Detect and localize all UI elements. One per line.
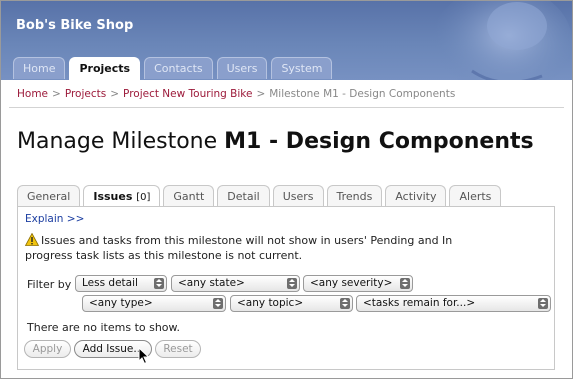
detail-select[interactable]: Less detail — [75, 275, 167, 292]
tasks-select-value: <tasks remain for...> — [363, 297, 476, 309]
apply-button[interactable]: Apply — [24, 340, 71, 358]
nav-tab-projects[interactable]: Projects — [69, 57, 141, 80]
tab-detail[interactable]: Detail — [217, 185, 270, 206]
breadcrumb-current: Milestone M1 - Design Components — [269, 88, 456, 100]
breadcrumb-separator: > — [256, 88, 266, 100]
select-arrows-icon — [400, 278, 410, 289]
warning-icon — [25, 233, 39, 246]
page-title: Manage Milestone M1 - Design Components — [17, 129, 534, 154]
severity-select[interactable]: <any severity> — [303, 275, 413, 292]
tasks-select[interactable]: <tasks remain for...> — [356, 295, 551, 312]
breadcrumb-projects[interactable]: Projects — [65, 88, 106, 100]
breadcrumb-separator: > — [110, 88, 120, 100]
tab-gantt[interactable]: Gantt — [163, 185, 215, 206]
tab-activity[interactable]: Activity — [385, 185, 447, 206]
brand-title[interactable]: Bob's Bike Shop — [16, 18, 133, 33]
site-header: Bob's Bike Shop Home Projects Contacts U… — [1, 1, 572, 80]
breadcrumb: Home > Projects > Project New Touring Bike > M… — [17, 88, 455, 100]
warning-line-2: progress task lists as this milestone is… — [25, 249, 303, 262]
tab-issues[interactable]: Issues [0] — [83, 185, 161, 207]
topic-select[interactable]: <any topic> — [230, 295, 353, 312]
header-photo — [432, 1, 572, 80]
filter-label: Filter by — [27, 278, 72, 291]
mouse-cursor-icon — [138, 347, 150, 365]
divider — [9, 107, 564, 108]
type-select-value: <any type> — [89, 297, 153, 309]
topic-select-value: <any topic> — [237, 297, 304, 309]
select-arrows-icon — [340, 298, 350, 309]
tab-issues-count: [0] — [136, 192, 151, 203]
select-arrows-icon — [154, 278, 164, 289]
type-select[interactable]: <any type> — [82, 295, 226, 312]
page-title-milestone: M1 - Design Components — [224, 129, 534, 154]
breadcrumb-home[interactable]: Home — [17, 88, 48, 100]
select-arrows-icon — [287, 278, 297, 289]
breadcrumb-separator: > — [52, 88, 61, 100]
select-arrows-icon — [538, 298, 548, 309]
tab-general[interactable]: General — [17, 185, 81, 206]
section-tabs: General Issues [0] Gantt Detail Users Tr… — [17, 185, 502, 207]
warning-line-1: Issues and tasks from this milestone wil… — [41, 234, 453, 247]
nav-tab-users[interactable]: Users — [216, 57, 268, 79]
severity-select-value: <any severity> — [310, 277, 393, 289]
issues-panel: Explain >> Issues and tasks from this mi… — [17, 206, 555, 370]
tab-users[interactable]: Users — [272, 185, 324, 206]
select-arrows-icon — [213, 298, 223, 309]
state-select[interactable]: <any state> — [171, 275, 300, 292]
warning-text: Issues and tasks from this milestone wil… — [25, 233, 452, 247]
empty-message: There are no items to show. — [27, 321, 181, 334]
tab-alerts[interactable]: Alerts — [449, 185, 502, 206]
state-select-value: <any state> — [178, 277, 245, 289]
nav-tab-contacts[interactable]: Contacts — [144, 57, 213, 79]
tab-issues-label: Issues — [93, 190, 133, 203]
reset-button[interactable]: Reset — [155, 340, 201, 358]
page-title-prefix: Manage Milestone — [17, 129, 218, 154]
main-nav: Home Projects Contacts Users System — [13, 57, 333, 80]
nav-tab-home[interactable]: Home — [13, 57, 66, 79]
detail-select-value: Less detail — [82, 277, 138, 289]
explain-link[interactable]: Explain >> — [25, 213, 84, 225]
app-window: Bob's Bike Shop Home Projects Contacts U… — [0, 0, 573, 379]
tab-trends[interactable]: Trends — [326, 185, 383, 206]
breadcrumb-project[interactable]: Project New Touring Bike — [123, 88, 252, 100]
nav-tab-system[interactable]: System — [271, 57, 333, 79]
